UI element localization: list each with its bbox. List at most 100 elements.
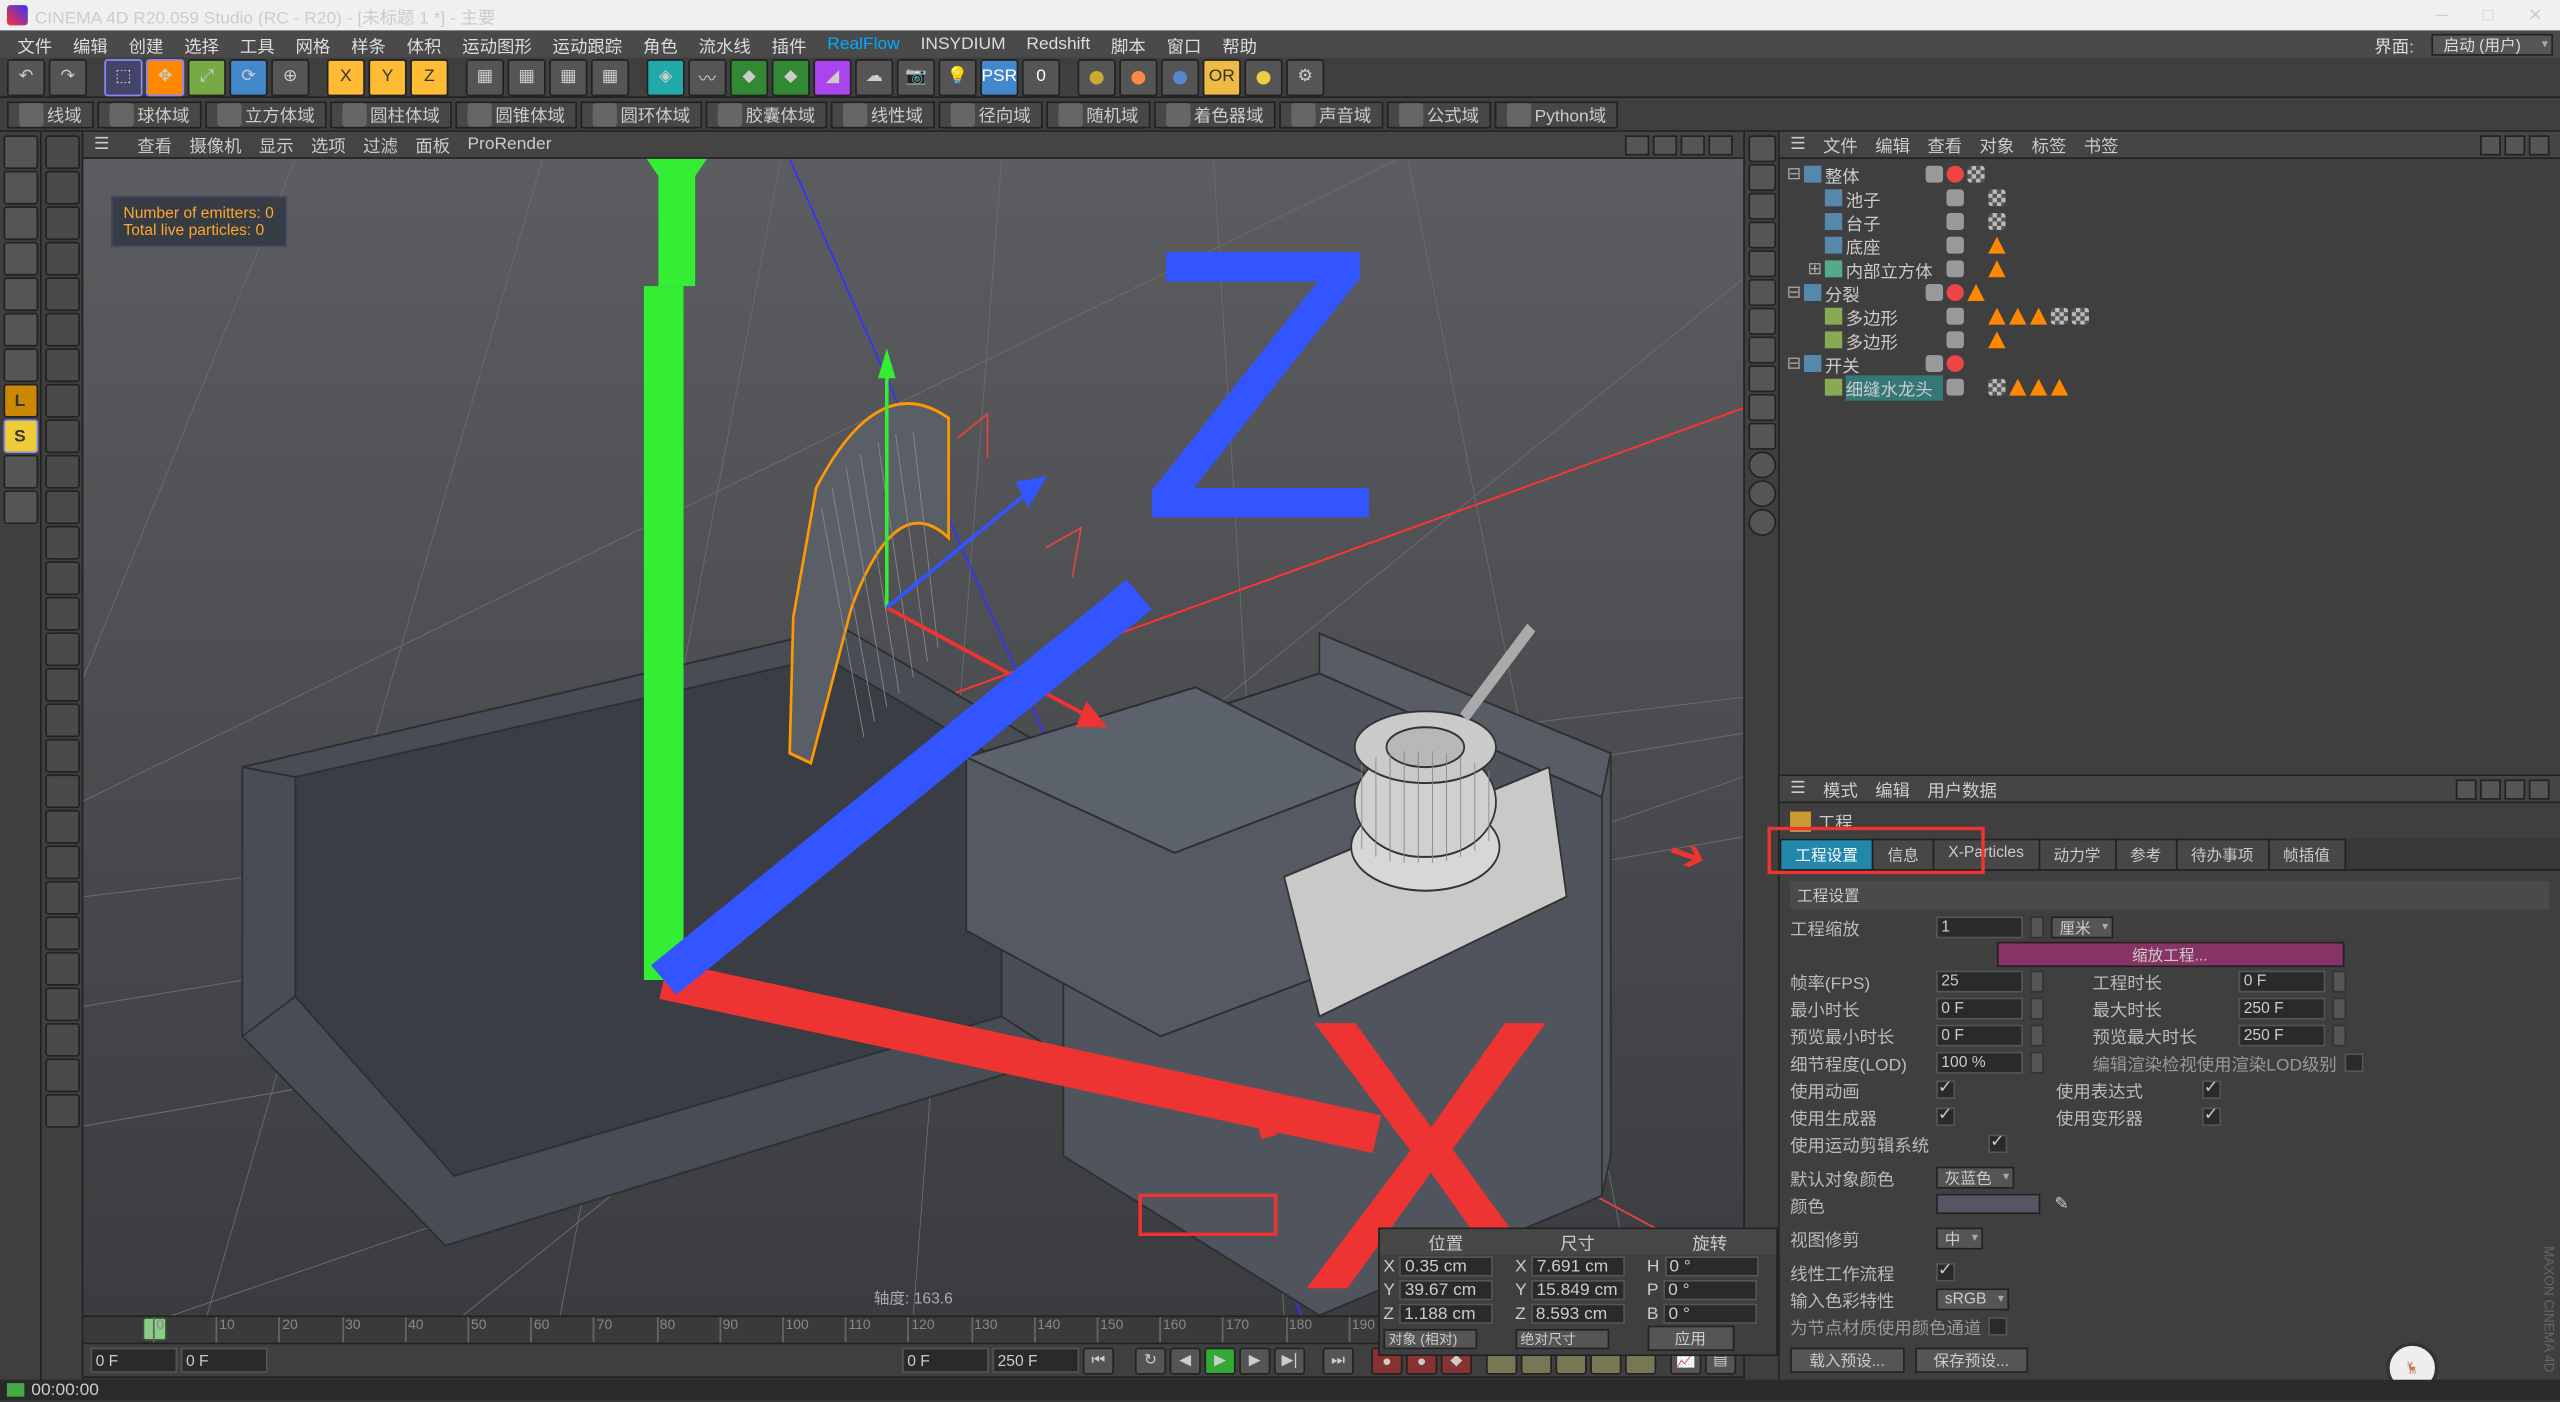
- pos-input[interactable]: 1.188 cm: [1399, 1304, 1493, 1324]
- rot-input[interactable]: 0 °: [1664, 1256, 1758, 1276]
- tab-project[interactable]: 工程设置: [1780, 839, 1874, 869]
- menu-item[interactable]: 工具: [229, 31, 285, 56]
- menu-item[interactable]: Redshift: [1016, 35, 1101, 54]
- snap-option[interactable]: [44, 313, 79, 347]
- spinner[interactable]: [2332, 970, 2346, 992]
- rotate-tool[interactable]: ⟳: [229, 58, 267, 95]
- dur-input[interactable]: 0 F: [2238, 970, 2325, 992]
- render-settings-button[interactable]: ▦: [591, 58, 629, 95]
- color-swatch[interactable]: [1936, 1194, 2040, 1214]
- field-type-button[interactable]: 立方体域: [205, 101, 327, 128]
- snap-option[interactable]: [44, 348, 79, 382]
- snap-option[interactable]: [44, 632, 79, 666]
- lod-input[interactable]: 100 %: [1936, 1051, 2023, 1073]
- object-row[interactable]: 台子: [1783, 210, 2556, 234]
- scale-input[interactable]: 1: [1936, 916, 2023, 938]
- vp-menu[interactable]: 面板: [415, 132, 450, 157]
- vp-nav-icon[interactable]: [1625, 134, 1649, 154]
- gen-check[interactable]: [1936, 1107, 1955, 1126]
- next-frame-button[interactable]: ▶: [1239, 1347, 1270, 1374]
- axis-mode[interactable]: L: [3, 384, 38, 418]
- plugin-icon[interactable]: [1119, 58, 1157, 95]
- menu-item[interactable]: 创建: [118, 31, 174, 56]
- size-input[interactable]: 15.849 cm: [1531, 1280, 1625, 1300]
- end-frame[interactable]: 250 F: [992, 1348, 1079, 1373]
- menu-item[interactable]: 插件: [761, 31, 817, 56]
- field-type-button[interactable]: 公式域: [1387, 101, 1491, 128]
- field-type-button[interactable]: 着色器域: [1154, 101, 1276, 128]
- lin-check[interactable]: [1936, 1262, 1955, 1281]
- environment-icon[interactable]: ☁: [855, 58, 893, 95]
- point-mode[interactable]: [3, 277, 38, 311]
- menu-item[interactable]: 运动图形: [452, 31, 542, 56]
- menu-item[interactable]: 文件: [7, 31, 63, 56]
- lock-icon[interactable]: [2529, 779, 2550, 799]
- om-menu[interactable]: 查看: [1927, 132, 1962, 157]
- spinner[interactable]: [2332, 997, 2346, 1019]
- def-check[interactable]: [2202, 1107, 2221, 1126]
- am-menu[interactable]: 编辑: [1875, 776, 1910, 801]
- field-type-button[interactable]: 圆环体域: [580, 101, 702, 128]
- layout-select[interactable]: 启动 (用户): [2431, 33, 2553, 55]
- rot-input[interactable]: 0 °: [1663, 1280, 1757, 1300]
- snap-option[interactable]: [44, 455, 79, 489]
- snap-option[interactable]: [44, 526, 79, 560]
- snap-option[interactable]: [44, 774, 79, 808]
- object-row[interactable]: ⊟开关: [1783, 352, 2556, 376]
- snap-option[interactable]: [44, 171, 79, 205]
- snap-option[interactable]: [44, 1058, 79, 1092]
- snap-option[interactable]: [44, 952, 79, 986]
- om-menu[interactable]: 书签: [2084, 132, 2119, 157]
- vp-menu[interactable]: ProRender: [467, 135, 551, 154]
- object-row[interactable]: 底座: [1783, 233, 2556, 257]
- vp-tool-icon[interactable]: [1748, 509, 1776, 536]
- render-region-button[interactable]: ▦: [507, 58, 545, 95]
- pmax-input[interactable]: 250 F: [2238, 1024, 2325, 1046]
- lod-check[interactable]: [2344, 1053, 2363, 1072]
- vp-nav-icon[interactable]: [1681, 134, 1705, 154]
- view-icon[interactable]: [2529, 134, 2550, 154]
- move-tool[interactable]: ✥: [146, 58, 184, 95]
- psr-button[interactable]: PSR: [980, 58, 1018, 95]
- snap-option[interactable]: [44, 135, 79, 169]
- vp-tool-icon[interactable]: [1748, 480, 1776, 507]
- size-mode[interactable]: 绝对尺寸: [1515, 1328, 1609, 1348]
- vp-tool-icon[interactable]: [1748, 279, 1776, 306]
- vp-nav-icon[interactable]: [1653, 134, 1677, 154]
- vp-tool-icon[interactable]: [1748, 336, 1776, 363]
- menu-item[interactable]: 体积: [396, 31, 452, 56]
- om-menu[interactable]: 文件: [1823, 132, 1858, 157]
- plugin-icon[interactable]: [1244, 58, 1282, 95]
- model-mode[interactable]: [3, 135, 38, 169]
- zero-button[interactable]: 0: [1022, 58, 1060, 95]
- frame-input[interactable]: 0 F: [902, 1348, 989, 1373]
- object-row[interactable]: ⊟分裂: [1783, 281, 2556, 305]
- locked-tool[interactable]: ⊕: [271, 58, 309, 95]
- field-type-button[interactable]: 径向域: [938, 101, 1042, 128]
- field-type-button[interactable]: 圆柱体域: [330, 101, 452, 128]
- field-type-button[interactable]: 声音域: [1279, 101, 1383, 128]
- workplane-mode[interactable]: [3, 242, 38, 276]
- vp-tool-icon[interactable]: [1748, 135, 1776, 162]
- tab-xparticles[interactable]: X-Particles: [1933, 839, 2040, 869]
- field-type-button[interactable]: 随机域: [1046, 101, 1150, 128]
- snap-option[interactable]: [44, 668, 79, 702]
- axis-y-button[interactable]: Y: [368, 58, 406, 95]
- load-preset-button[interactable]: 载入预设...: [1790, 1347, 1904, 1372]
- axis-z-button[interactable]: Z: [410, 58, 448, 95]
- vp-tool-icon[interactable]: [1748, 394, 1776, 421]
- camera-icon[interactable]: 📷: [897, 58, 935, 95]
- maximize-button[interactable]: □: [2472, 6, 2503, 25]
- snap-option[interactable]: [44, 206, 79, 240]
- om-menu[interactable]: 编辑: [1875, 132, 1910, 157]
- redo-icon[interactable]: ↷: [49, 58, 87, 95]
- field-type-button[interactable]: 球体域: [97, 101, 201, 128]
- vp-tool-icon[interactable]: [1748, 423, 1776, 450]
- vp-tool-icon[interactable]: [1748, 221, 1776, 248]
- tab-todo[interactable]: 待办事项: [2175, 839, 2269, 869]
- vp-menu[interactable]: 过滤: [363, 132, 398, 157]
- field-type-button[interactable]: 线性域: [831, 101, 935, 128]
- snap-option[interactable]: [44, 810, 79, 844]
- tab-ref[interactable]: 参考: [2114, 839, 2177, 869]
- snap-option[interactable]: [44, 597, 79, 631]
